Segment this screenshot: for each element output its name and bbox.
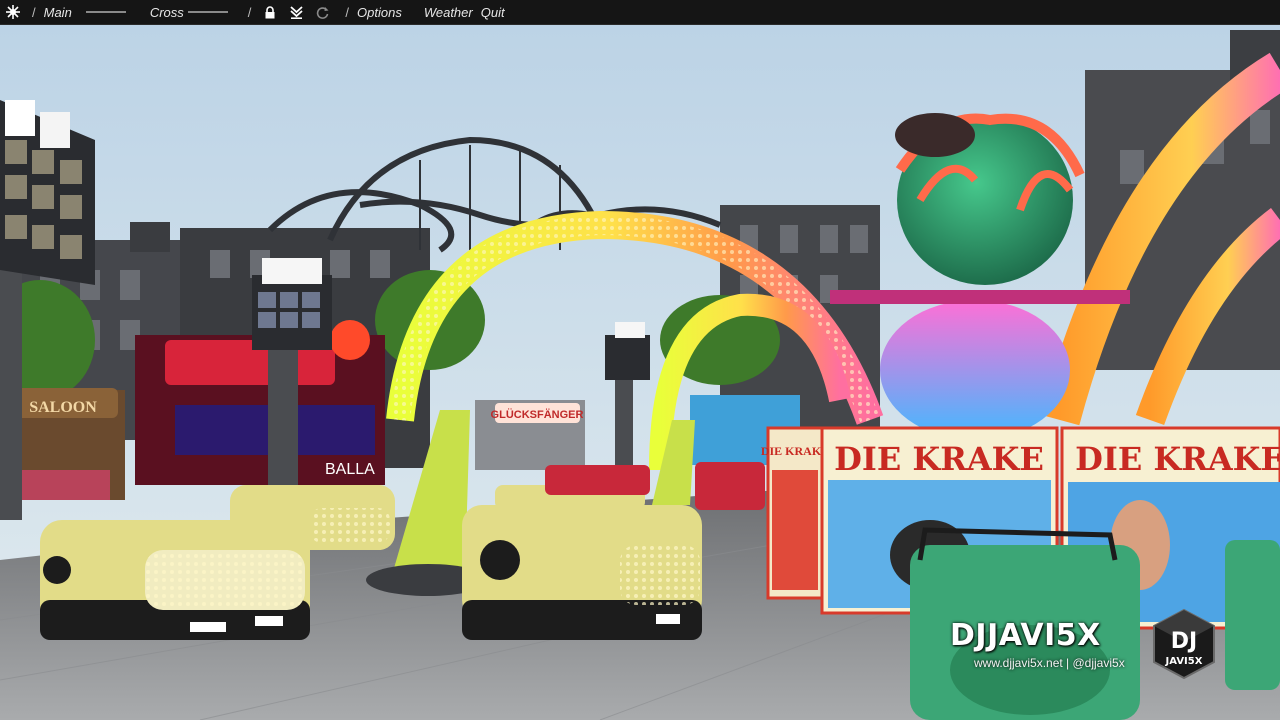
cross-menu-item[interactable]: Cross	[150, 5, 184, 20]
main-menu-item[interactable]: Main	[44, 5, 72, 20]
channel-watermark: DJJAVI5X www.djjavi5x.net | @djjavi5x DJ…	[944, 608, 1264, 688]
octopus-dome	[880, 300, 1070, 440]
lock-icon[interactable]	[263, 5, 277, 19]
menu-separator: /	[247, 4, 252, 20]
menu-separator: /	[32, 4, 36, 20]
stall-sign: GLÜCKSFÄNGER	[491, 408, 584, 421]
top-menu-bar: / Main Cross / / Options Weather Quit	[0, 0, 1280, 25]
rotate-icon[interactable]	[315, 5, 329, 19]
weather-menu-item[interactable]: Weather	[424, 5, 473, 20]
menu-separator: /	[345, 4, 350, 20]
die-krake-panel-side: DIE KRAKE	[761, 426, 829, 600]
ride-sign-2: DIE KRAKE	[1075, 440, 1280, 478]
booth-sign: BALLA	[325, 461, 375, 478]
download-icon[interactable]	[289, 5, 303, 19]
yellow-car-back	[230, 485, 395, 550]
svg-text:JAVI5X: JAVI5X	[1165, 656, 1203, 667]
options-menu-item[interactable]: Options	[357, 5, 402, 20]
main-volume-slider[interactable]	[85, 11, 126, 13]
game-viewport[interactable]: SALOON BALLA GLÜCKSFÄNGER DIE KRAKE DIE …	[0, 0, 1280, 720]
starburst-icon[interactable]	[6, 5, 20, 19]
fairground-scene[interactable]: SALOON BALLA GLÜCKSFÄNGER DIE KRAKE DIE …	[0, 0, 1280, 720]
quit-menu-item[interactable]: Quit	[481, 5, 505, 20]
side-sign: DIE KRAKE	[761, 444, 829, 458]
watermark-subtitle: www.djjavi5x.net | @djjavi5x	[974, 656, 1125, 670]
svg-text:DJ: DJ	[1171, 629, 1197, 654]
yellow-car-center	[462, 505, 702, 640]
ride-sign-1: DIE KRAKE	[834, 440, 1044, 478]
dj-logo-icon: DJ JAVI5X	[1153, 608, 1215, 680]
cross-volume-slider[interactable]	[187, 11, 228, 13]
gluecksfaenger-stall: GLÜCKSFÄNGER	[475, 400, 585, 470]
watermark-title: DJJAVI5X	[950, 618, 1101, 653]
saloon-sign: SALOON	[29, 399, 97, 416]
